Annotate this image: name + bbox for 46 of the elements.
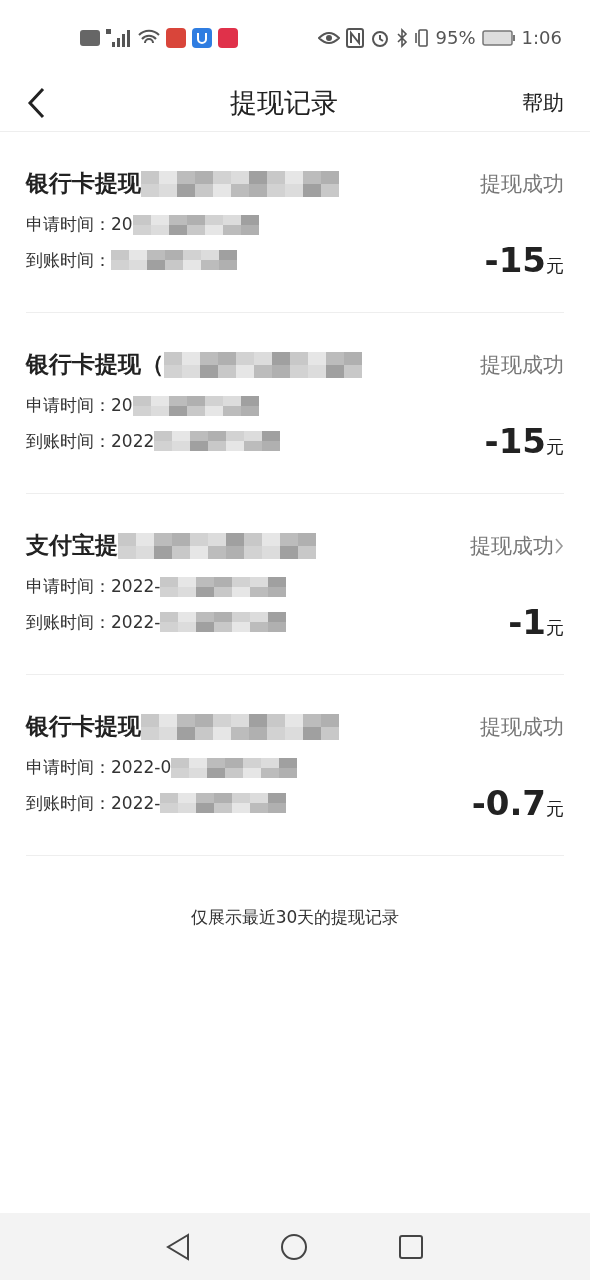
apply-time: 申请时间：20 bbox=[26, 394, 133, 417]
withdrawal-record[interactable]: 银行卡提现 提现成功 申请时间：20 到账时间： -15元 bbox=[26, 132, 564, 313]
footer-note: 仅展示最近30天的提现记录 bbox=[190, 906, 400, 929]
nav-back-button[interactable] bbox=[166, 1232, 190, 1261]
page-title: 提现记录 bbox=[230, 86, 338, 120]
app-notification-icon bbox=[218, 27, 238, 48]
cellular-signal-icon bbox=[106, 28, 132, 47]
back-button[interactable] bbox=[26, 87, 46, 119]
withdrawal-amount: -1元 bbox=[508, 602, 564, 642]
battery-icon bbox=[481, 28, 516, 47]
app-notification-icon bbox=[166, 27, 186, 48]
apply-time: 申请时间：2022- bbox=[26, 575, 161, 598]
apply-time: 申请时间：20 bbox=[26, 213, 133, 236]
bluetooth-icon bbox=[395, 27, 408, 48]
arrival-time: 到账时间：2022- bbox=[26, 610, 161, 634]
record-title: 支付宝提 bbox=[26, 531, 118, 560]
back-icon bbox=[26, 87, 46, 119]
nav-recents-button[interactable] bbox=[398, 1233, 424, 1260]
arrival-time: 到账时间： bbox=[26, 248, 111, 272]
square-recents-icon bbox=[398, 1233, 424, 1260]
record-title: 银行卡提现 bbox=[26, 169, 141, 198]
arrival-time: 到账时间：2022- bbox=[26, 791, 161, 815]
record-status: 提现成功 bbox=[480, 351, 564, 379]
battery-percent: 95% bbox=[435, 27, 476, 48]
record-title: 银行卡提现 bbox=[26, 712, 141, 741]
withdrawal-amount: -15元 bbox=[484, 421, 564, 461]
apply-time: 申请时间：2022-0 bbox=[26, 756, 172, 779]
record-title: 银行卡提现（ bbox=[26, 350, 164, 379]
withdrawal-record[interactable]: 支付宝提 提现成功 申请时间：2022- 到账时间：2022- -1元 bbox=[26, 494, 564, 675]
nfc-icon bbox=[345, 27, 364, 48]
nav-home-button[interactable] bbox=[280, 1232, 308, 1261]
withdrawal-amount: -0.7元 bbox=[471, 783, 564, 823]
withdrawal-record[interactable]: 银行卡提现（ 提现成功 申请时间：20 到账时间：2022 -15元 bbox=[26, 313, 564, 494]
app-notification-icon bbox=[192, 27, 212, 48]
record-status: 提现成功 bbox=[480, 713, 564, 741]
eye-icon bbox=[317, 29, 340, 46]
arrival-time: 到账时间：2022 bbox=[26, 429, 155, 453]
withdrawal-amount: -15元 bbox=[484, 240, 564, 280]
clock-time: 1:06 bbox=[521, 27, 562, 48]
record-status: 提现成功 bbox=[470, 532, 554, 560]
record-status: 提现成功 bbox=[480, 170, 564, 198]
circle-home-icon bbox=[280, 1232, 308, 1261]
triangle-back-icon bbox=[166, 1232, 190, 1261]
help-button[interactable]: 帮助 bbox=[522, 89, 564, 117]
vibrate-icon bbox=[413, 27, 430, 48]
withdrawal-record[interactable]: 银行卡提现 提现成功 申请时间：2022-0 到账时间：2022- -0.7元 bbox=[26, 675, 564, 856]
